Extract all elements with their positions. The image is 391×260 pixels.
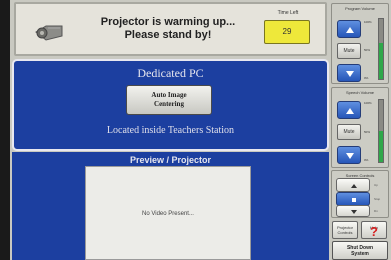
auto-image-centering-button[interactable]: Auto Image Centering [126, 85, 212, 115]
projector-controls-button[interactable]: Projector Controls [332, 221, 358, 239]
screen-down-label: Dn [374, 209, 378, 213]
speech-volume-title: Speech Volume [345, 90, 375, 95]
screen-controls-group: Screen Controls Up Stop Dn [331, 170, 389, 218]
preview-title: Preview / Projector [129, 155, 212, 165]
screen-down-button[interactable] [336, 205, 370, 217]
program-mute-button[interactable]: Mute [337, 43, 361, 59]
dedicated-pc-title: Dedicated PC [137, 66, 204, 80]
dedicated-pc-panel: Dedicated PC Auto Image Centering Locate… [12, 59, 329, 151]
program-volume-group: Program Volume Mute 100% 50% 0% [331, 3, 389, 84]
screen-stop-label: Stop [374, 197, 381, 201]
speech-volume-meter [378, 99, 384, 163]
speech-volume-group: Speech Volume Mute 100% 50% 0% [331, 87, 389, 168]
question-mark-icon: ? [370, 224, 378, 239]
triangle-down-icon [346, 153, 354, 159]
projector-icon [35, 25, 63, 41]
warming-up-line1: Projector is warming up... [100, 16, 236, 28]
warming-up-line2: Please stand by! [124, 29, 212, 41]
control-panel-screen: Projector is warming up... Please stand … [10, 0, 391, 260]
auto-image-label-line1: Auto Image [151, 91, 187, 99]
program-volume-title: Program Volume [345, 6, 375, 11]
time-left-label: Time Left [277, 10, 299, 16]
shutdown-line2: System [351, 251, 369, 257]
speech-tick-mid: 50% [364, 130, 371, 134]
program-tick-mid: 50% [364, 48, 371, 52]
status-banner: Projector is warming up... Please stand … [14, 2, 327, 56]
screen-up-button[interactable] [336, 178, 370, 192]
stop-icon [352, 198, 356, 202]
time-left-value: 29 [264, 20, 310, 44]
warming-up-message: Projector is warming up... Please stand … [88, 16, 248, 42]
pc-location-text: Located inside Teachers Station [106, 125, 235, 136]
auto-image-label-line2: Centering [154, 100, 184, 108]
program-tick-top: 100% [364, 20, 372, 24]
speech-volume-up-button[interactable] [337, 101, 361, 119]
shut-down-system-button[interactable]: Shut Down System [332, 241, 388, 260]
triangle-up-icon [351, 184, 357, 188]
no-video-message: No Video Present... [142, 211, 194, 217]
preview-window: No Video Present... [85, 166, 251, 260]
program-volume-meter [378, 18, 384, 80]
speech-tick-bottom: 0% [364, 158, 369, 162]
screen-up-label: Up [374, 183, 378, 187]
program-volume-up-button[interactable] [337, 20, 361, 38]
triangle-down-icon [346, 71, 354, 77]
program-tick-bottom: 0% [364, 76, 369, 80]
speech-volume-down-button[interactable] [337, 146, 361, 164]
speech-tick-top: 100% [364, 101, 372, 105]
program-volume-down-button[interactable] [337, 64, 361, 82]
help-button[interactable]: Help ? [361, 221, 387, 239]
triangle-up-icon [346, 27, 354, 33]
preview-panel: Preview / Projector No Video Present... [12, 152, 329, 260]
projector-controls-line2: Controls [337, 230, 353, 235]
speech-volume-level [379, 131, 383, 162]
triangle-up-icon [346, 108, 354, 114]
screen-stop-button[interactable] [336, 192, 370, 206]
speech-mute-button[interactable]: Mute [337, 124, 361, 140]
triangle-down-icon [351, 210, 357, 214]
program-volume-level [379, 43, 383, 79]
